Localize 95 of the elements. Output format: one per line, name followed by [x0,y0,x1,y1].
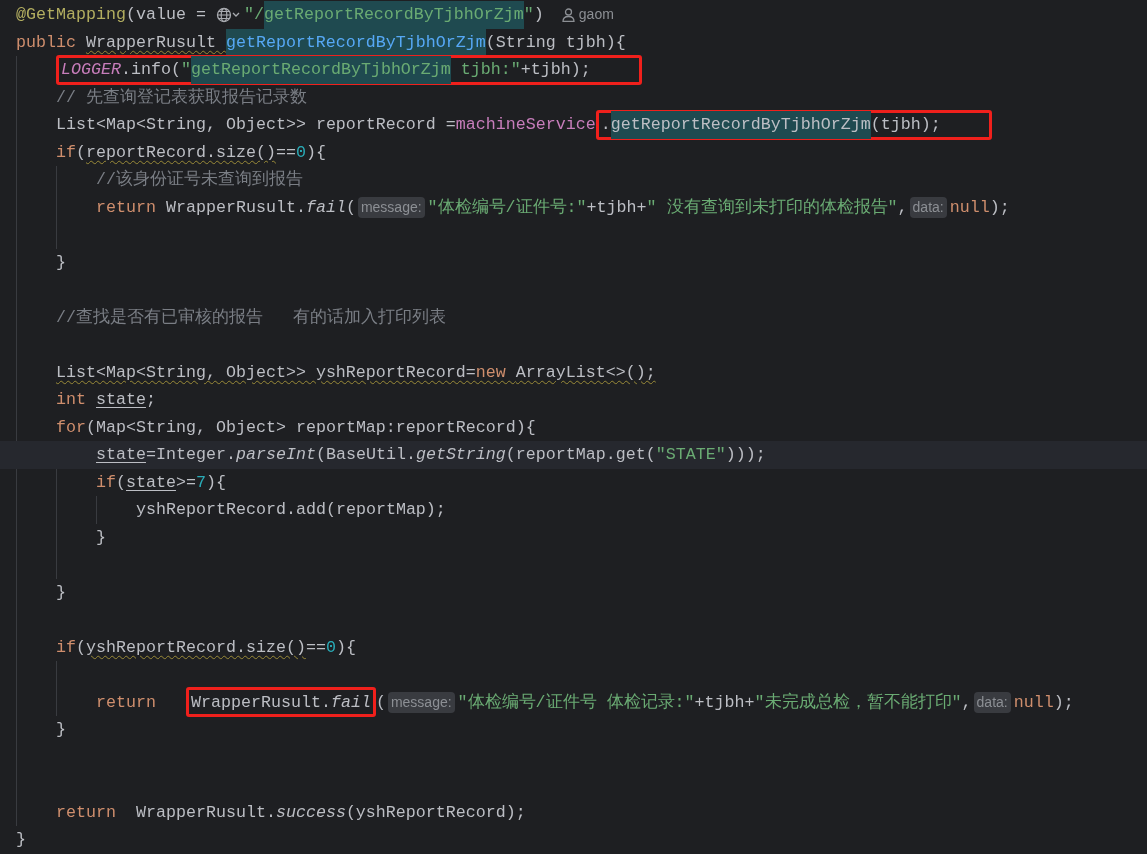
string-literal: "/ [243,4,264,26]
keyword: return [96,691,157,714]
code-text: == [305,636,326,659]
code-text: (tjbh); [870,114,941,136]
number-literal: 0 [295,141,306,164]
code-text: ); [989,196,1010,219]
code-text: ArrayList<>(); [515,361,656,384]
code-comment: //查找是否有已审核的报告 有的话加入打印列表 [56,306,446,329]
code-text: ); [1053,691,1074,714]
keyword: new [475,361,507,384]
keyword: if [96,471,116,494]
keyword: if [56,141,76,164]
code-text: state [96,444,146,466]
code-text: +tjbh); [520,59,591,81]
code-text: , [897,196,908,219]
keyword: if [56,636,76,659]
string-literal: " [180,59,191,81]
code-text: WrapperRusult [85,31,217,54]
code-text: ))); [725,444,766,466]
code-comment: // 先查询登记表获取报告记录数 [56,86,307,109]
parameter-hint: message: [387,691,455,713]
code-text: } [56,581,66,604]
code-text: ) [533,4,544,26]
globe-icon[interactable] [215,6,242,23]
parameter-hint: data: [909,196,947,218]
string-literal: getReportRecordByTjbhOrZjm [263,1,524,29]
string-literal: " [523,4,534,26]
code-text: ){ [335,636,356,659]
code-text: yshReportRecord.add(reportMap); [136,499,446,521]
code-text: . [600,114,611,136]
code-text: =Integer. [146,444,236,466]
code-text: ; [145,389,156,411]
code-text: (yshReportRecord); [345,801,526,824]
person-icon [561,7,575,22]
code-text: } [56,251,66,274]
code-text: (String tjbh){ [485,31,626,54]
code-text: (Map<String, Object> reportMap:reportRecord){ [86,416,536,439]
keyword: return [56,801,117,824]
method-name: fail [305,196,346,219]
code-text: ){ [206,471,226,494]
method-name: getString [415,444,506,466]
code-text: WrapperRusult. [165,196,306,219]
code-text: List<Map<String, Object>> yshReportRecord= [56,361,476,384]
code-text: reportRecord.size() [86,141,276,164]
code-text: +tjbh+ [694,691,755,714]
string-literal: tjbh:" [459,59,521,81]
code-text: yshReportRecord.size() [86,636,306,659]
parameter-hint: message: [357,196,425,218]
code-comment: //该身份证号未查询到报告 [96,168,303,191]
string-literal: "体检编号/证件号:" [427,196,587,219]
code-text: WrapperRusult. [190,691,331,714]
number-literal: 7 [196,471,206,494]
keyword: public [16,31,77,54]
method-name: success [275,801,346,824]
code-text: List<Map<String, Object>> reportRecord = [56,114,456,136]
code-text: ( [375,691,386,714]
code-text: } [96,526,106,549]
code-text: state [126,471,176,494]
code-text: ){ [305,141,326,164]
code-text: == [275,141,296,164]
code-text: state [96,389,146,411]
code-text: ( [76,141,86,164]
code-text: (value = [125,4,207,26]
parameter-hint: data: [973,691,1011,713]
code-text: } [16,829,26,851]
keyword: int [56,389,87,411]
keyword: null [1013,691,1054,714]
code-text: ( [116,471,126,494]
author-name[interactable]: gaom [578,1,614,29]
field-name: machineService [455,114,596,136]
code-text: ( [345,196,356,219]
code-text: , [961,691,972,714]
keyword: for [56,416,86,439]
string-literal: "STATE" [655,444,726,466]
keyword: return [96,196,157,219]
code-text: getReportRecordByTjbhOrZjm [610,111,871,139]
number-literal: 0 [325,636,336,659]
string-literal: "未完成总检，暂不能打印" [754,691,962,714]
string-literal: "体检编号/证件号 体检记录:" [457,691,695,714]
code-text: WrapperRusult. [135,801,276,824]
code-text: >= [176,471,196,494]
string-literal: getReportRecordByTjbhOrZjm [190,56,451,84]
code-text: (reportMap.get( [505,444,656,466]
keyword: null [949,196,990,219]
method-name: fail [330,691,371,714]
string-literal: " 没有查询到未打印的体检报告" [646,196,898,219]
code-text: (BaseUtil. [315,444,416,466]
code-text: +tjbh+ [586,196,647,219]
code-text: .info( [121,59,181,81]
code-text: } [56,719,66,741]
method-name: parseInt [235,444,316,466]
code-text: ( [76,636,86,659]
annotation: @GetMapping [16,4,126,26]
method-name: getReportRecordByTjbhOrZjm [225,28,486,56]
constant-name: LOGGER [61,59,121,81]
